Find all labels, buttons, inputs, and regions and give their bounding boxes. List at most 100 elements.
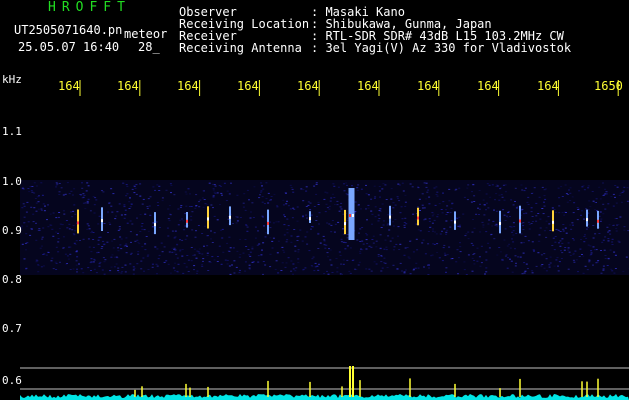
noise-speck [261, 196, 264, 198]
meteor-echo-core [229, 215, 231, 219]
noise-speck [283, 224, 286, 226]
noise-speck [289, 184, 292, 186]
noise-speck [602, 239, 605, 241]
noise-speck [277, 221, 280, 223]
noise-speck [380, 261, 383, 263]
noise-speck [399, 262, 402, 264]
noise-speck [343, 190, 346, 192]
noise-speck [189, 193, 191, 195]
noise-speck [148, 205, 151, 207]
noise-speck [201, 197, 204, 199]
noise-speck [120, 214, 123, 216]
noise-speck [297, 258, 300, 260]
noise-speck [502, 184, 505, 186]
noise-speck [76, 268, 78, 270]
noise-speck [285, 241, 288, 243]
noise-speck [543, 201, 545, 203]
noise-speck [397, 183, 400, 185]
noise-speck [156, 265, 159, 267]
noise-speck [133, 185, 136, 187]
noise-speck [103, 243, 106, 245]
noise-speck [336, 204, 339, 206]
noise-speck [527, 221, 530, 223]
noise-speck [176, 270, 179, 272]
noise-speck [501, 259, 504, 261]
noise-speck [613, 251, 616, 253]
noise-speck [207, 270, 210, 271]
noise-speck [74, 230, 76, 232]
noise-speck [125, 243, 128, 245]
noise-speck [325, 203, 328, 205]
noise-speck [65, 220, 68, 221]
noise-speck [599, 220, 602, 222]
noise-speck [270, 196, 273, 197]
noise-speck [398, 249, 401, 250]
noise-speck [590, 250, 593, 252]
x-tick-label: 164 [117, 79, 139, 93]
noise-speck [421, 207, 424, 209]
noise-speck [437, 214, 439, 216]
noise-speck [514, 248, 516, 250]
noise-speck [580, 214, 582, 216]
noise-speck [225, 200, 228, 201]
noise-speck [72, 268, 75, 270]
noise-speck [287, 205, 290, 207]
noise-speck [528, 228, 531, 230]
noise-speck [93, 268, 96, 270]
noise-speck [265, 182, 268, 184]
noise-speck [331, 272, 334, 273]
noise-speck [489, 196, 492, 198]
noise-speck [269, 237, 272, 239]
noise-speck [281, 246, 284, 248]
noise-speck [523, 242, 525, 244]
noise-speck [235, 266, 238, 268]
noise-speck [323, 240, 326, 242]
noise-speck [478, 190, 481, 191]
noise-speck [226, 242, 229, 244]
noise-speck [595, 249, 598, 251]
noise-speck [522, 229, 525, 230]
noise-speck [572, 252, 575, 254]
noise-speck [295, 267, 298, 269]
noise-speck [21, 243, 24, 245]
noise-speck [98, 263, 101, 265]
noise-speck [31, 228, 33, 230]
meteor-tag: meteor [124, 27, 168, 41]
noise-speck [328, 223, 331, 225]
noise-speck [443, 252, 446, 254]
noise-speck [573, 239, 575, 241]
noise-speck [286, 218, 289, 220]
noise-speck [123, 217, 126, 219]
noise-speck [203, 225, 206, 227]
noise-speck [25, 233, 28, 235]
noise-speck [302, 216, 304, 218]
noise-speck [535, 215, 538, 217]
noise-speck [133, 184, 136, 186]
noise-speck [333, 231, 336, 233]
noise-speck [173, 237, 176, 239]
noise-speck [569, 255, 572, 256]
noise-speck [414, 267, 417, 269]
meteor-echo-core [389, 215, 391, 219]
noise-speck [137, 251, 140, 253]
noise-speck [428, 218, 431, 220]
noise-speck [108, 202, 111, 204]
noise-speck [276, 206, 279, 208]
spectrogram-canvas [20, 80, 629, 400]
noise-speck [60, 224, 63, 226]
noise-speck [129, 197, 131, 199]
noise-speck [599, 211, 602, 213]
noise-speck [290, 241, 293, 243]
noise-speck [161, 197, 164, 199]
noise-speck [370, 270, 373, 272]
noise-speck [538, 234, 541, 236]
noise-speck [380, 227, 383, 228]
noise-speck [283, 234, 286, 236]
noise-speck [235, 222, 238, 224]
noise-speck [182, 220, 185, 222]
noise-speck [560, 250, 562, 252]
noise-speck [443, 228, 446, 230]
noise-speck [539, 227, 542, 229]
noise-speck [110, 188, 113, 190]
noise-speck [615, 230, 618, 232]
